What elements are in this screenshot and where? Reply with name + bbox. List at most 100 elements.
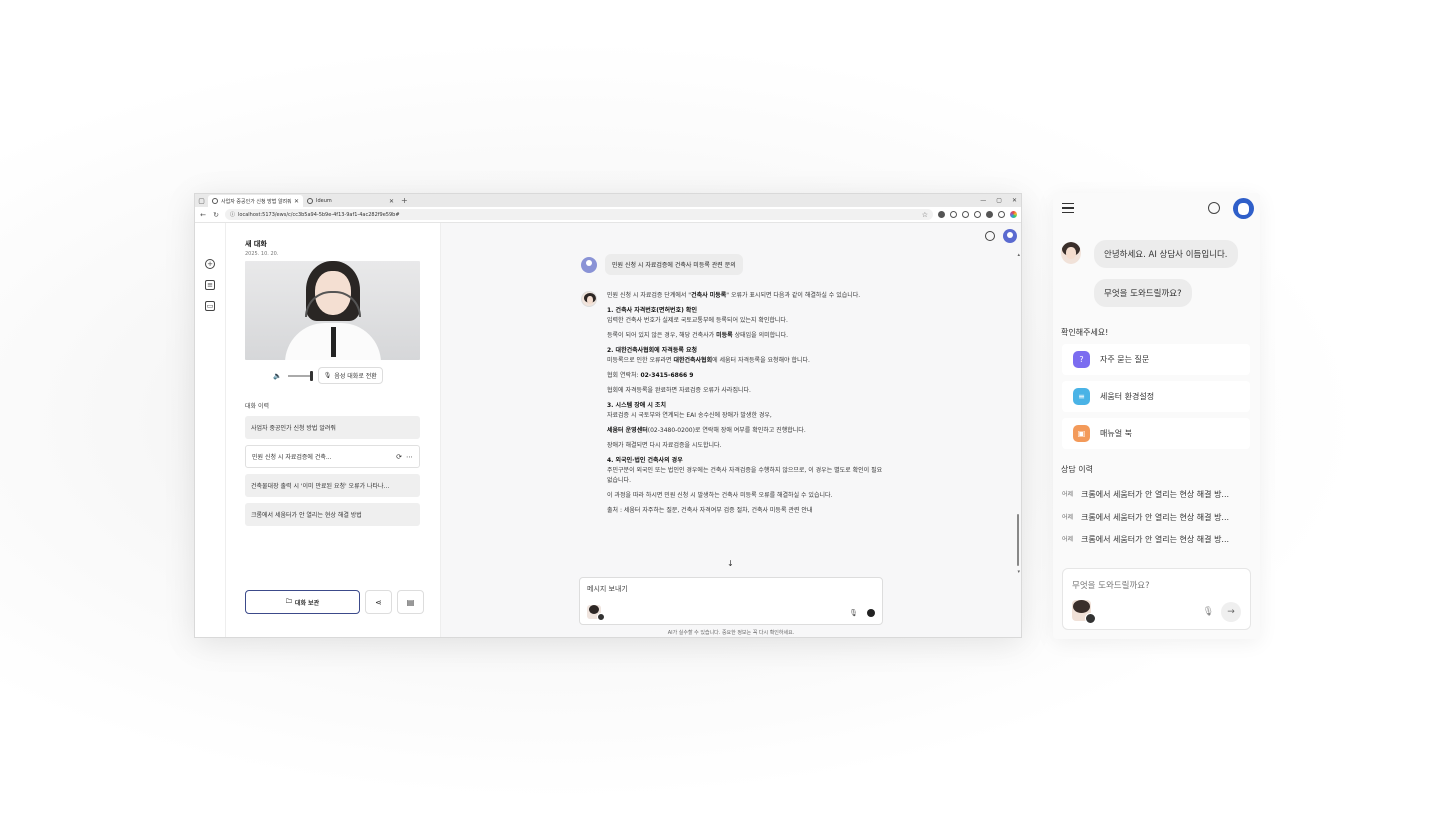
tab-bar: ▢ 사업자 중공인가 신청 방법 알려줘 ✕ Ideum ✕ + — ▢ ✕ — [195, 194, 1021, 207]
save-conversation-button[interactable]: 🗀 대화 보관 — [245, 590, 360, 614]
app-content: + ≡ ▭ 새 대화 2025. 10. 20. 🔈 🎙 음성 대화로 전환 대… — [195, 223, 1021, 637]
extension-icon[interactable] — [950, 211, 957, 218]
tab-actions-icon[interactable]: ▢ — [195, 194, 208, 207]
scroll-down-icon[interactable]: ↓ — [727, 559, 734, 568]
extensions-icon[interactable] — [962, 211, 969, 218]
history-item[interactable]: 건축물대장 출력 시 '이미 만료된 요청' 오류가 나타나... — [245, 474, 420, 497]
globe-icon[interactable] — [1208, 202, 1220, 214]
microphone-icon[interactable]: 🎙 — [849, 609, 858, 617]
widget-composer[interactable]: 무엇을 도와드릴까요? 🎙 → — [1062, 568, 1251, 630]
share-button[interactable]: ⋖ — [365, 590, 392, 614]
microphone-icon[interactable]: 🎙 — [1203, 607, 1214, 617]
scroll-down-arrow-icon[interactable]: ▾ — [1017, 569, 1020, 575]
settings-badge-icon[interactable] — [597, 613, 605, 621]
chat-header-actions — [985, 229, 1017, 243]
extension-icon[interactable] — [938, 211, 945, 218]
widget-message-input[interactable]: 무엇을 도와드릴까요? — [1072, 579, 1241, 591]
assistant-message-text: 민원 신청 시 자료검증 단계에서 "건축사 미등록" 오류가 표시되면 다음과… — [607, 291, 887, 521]
copilot-icon[interactable] — [1010, 211, 1017, 218]
side-rail: + ≡ ▭ — [195, 223, 226, 637]
globe-icon[interactable] — [985, 231, 995, 241]
back-icon[interactable]: ← — [199, 211, 207, 219]
faq-menu-item[interactable]: ? 자주 묻는 질문 — [1062, 344, 1250, 375]
chat-widget: 안녕하세요. AI 상담사 이듬입니다. 무엇을 도와드릴까요? 확인해주세요!… — [1053, 193, 1260, 639]
volume-knob[interactable] — [309, 370, 313, 381]
chat-area: 민원 신청 시 자료검증에 건축사 미등록 관련 문의 민원 신청 시 자료검증… — [441, 223, 1021, 637]
settings-menu-item[interactable]: ≡ 세움터 환경설정 — [1062, 381, 1250, 412]
favorites-icon[interactable] — [974, 211, 981, 218]
history-title: 대화 이력 — [245, 403, 269, 410]
manual-book-icon: ▣ — [1073, 425, 1090, 442]
voice-controls: 🔈 🎙 음성 대화로 전환 — [245, 367, 420, 384]
new-chat-icon[interactable]: + — [205, 259, 215, 269]
user-avatar-icon — [581, 256, 597, 273]
consult-history-item[interactable]: 어제 크롬에서 세움터가 안 열리는 현상 해결 방... — [1062, 534, 1252, 545]
site-favicon-icon — [212, 198, 218, 204]
reload-icon[interactable]: ↻ — [212, 211, 220, 219]
check-title: 확인해주세요! — [1061, 328, 1109, 337]
settings-badge-icon[interactable] — [1085, 613, 1096, 624]
document-button[interactable]: ▤ — [397, 590, 424, 614]
greeting-bubble: 안녕하세요. AI 상담사 이듬입니다. — [1094, 240, 1238, 268]
volume-slider[interactable] — [287, 370, 313, 381]
tab-active[interactable]: 사업자 중공인가 신청 방법 알려줘 ✕ — [208, 195, 303, 207]
question-bubble: 무엇을 도와드릴까요? — [1094, 279, 1192, 307]
site-favicon-icon — [307, 198, 313, 204]
archive-icon[interactable]: ▭ — [205, 301, 215, 311]
more-menu-icon[interactable] — [998, 211, 1005, 218]
window-controls: — ▢ ✕ — [980, 194, 1017, 207]
play-icon[interactable]: ⟳ — [396, 453, 402, 461]
answer-source: 출처 : 세움터 자주하는 질문, 건축사 자격여부 검증 절차, 건축사 미등… — [607, 507, 813, 514]
send-arrow-icon[interactable]: → — [1221, 602, 1241, 622]
faq-icon: ? — [1073, 351, 1090, 368]
address-bar-row: ← ↻ ⓘ localhost:5173/ews/c/cc3b5a94-5b9e… — [195, 207, 1021, 223]
url-text: localhost:5173/ews/c/cc3b5a94-5b9e-4f13-… — [238, 211, 400, 218]
more-icon[interactable]: ⋯ — [406, 453, 413, 461]
answer-summary: 이 과정을 따라 하시면 민원 신청 시 발생하는 건축사 미등록 오류를 해결… — [607, 492, 833, 499]
consult-history-item[interactable]: 어제 크롬에서 세움터가 안 열리는 현상 해결 방... — [1062, 512, 1252, 523]
history-item-selected[interactable]: 민원 신청 시 자료검증에 건축... ⟳ ⋯ — [245, 445, 420, 468]
user-avatar[interactable] — [1233, 198, 1254, 219]
scrollbar-thumb[interactable] — [1017, 514, 1019, 566]
conversation-title: 새 대화 — [245, 240, 267, 248]
answer-line: 자료검증 시 국토부와 연계되는 EAI 송수신에 장애가 발생한 경우, — [607, 412, 772, 419]
manual-book-menu-item[interactable]: ▣ 매뉴얼 북 — [1062, 418, 1250, 449]
new-tab-button[interactable]: + — [398, 195, 411, 207]
voice-mode-button[interactable]: 🎙 음성 대화로 전환 — [317, 367, 383, 384]
assistant-avatar-icon — [1061, 242, 1081, 264]
scroll-up-arrow-icon[interactable]: ▴ — [1017, 252, 1020, 258]
folder-icon: 🗀 — [285, 598, 292, 605]
answer-line: 세움터 운영센터(02-3480-0200)로 연락해 장애 여부를 확인하고 … — [607, 427, 806, 434]
history-item[interactable]: 크롬에서 세움터가 안 열리는 현상 해결 방법 — [245, 503, 420, 526]
site-info-icon[interactable]: ⓘ — [230, 211, 235, 218]
profile-icon[interactable] — [986, 211, 993, 218]
hamburger-menu-icon[interactable] — [1062, 203, 1074, 213]
user-message: 민원 신청 시 자료검증에 건축사 미등록 관련 문의 — [581, 254, 743, 275]
share-icon: ⋖ — [375, 597, 382, 607]
section-heading: 3. 시스템 장애 시 조치 — [607, 402, 666, 409]
document-icon: ▤ — [406, 597, 415, 607]
message-composer[interactable]: 메시지 보내기 🎙 — [579, 577, 883, 625]
close-tab-icon[interactable]: ✕ — [389, 198, 394, 205]
message-input[interactable]: 메시지 보내기 — [587, 584, 875, 594]
tab-title: Ideum — [316, 198, 332, 204]
section-heading: 4. 외국인·법인 건축사의 경우 — [607, 457, 683, 464]
ai-avatar-video — [245, 261, 420, 360]
tab-ideum[interactable]: Ideum ✕ — [303, 195, 398, 207]
conversation-panel: 새 대화 2025. 10. 20. 🔈 🎙 음성 대화로 전환 대화 이력 사… — [226, 223, 441, 637]
notes-icon[interactable]: ≡ — [205, 280, 215, 290]
bookmark-star-icon[interactable]: ☆ — [922, 211, 928, 219]
url-field[interactable]: ⓘ localhost:5173/ews/c/cc3b5a94-5b9e-4f1… — [225, 209, 933, 220]
close-tab-icon[interactable]: ✕ — [294, 198, 299, 205]
answer-line: 협회에 자격등록을 완료하면 자료검증 오류가 사라집니다. — [607, 387, 751, 394]
user-avatar[interactable] — [1003, 229, 1017, 243]
history-item[interactable]: 사업자 중공인가 신청 방법 알려줘 — [245, 416, 420, 439]
close-window-icon[interactable]: ✕ — [1012, 197, 1017, 204]
consult-history-item[interactable]: 어제 크롬에서 세움터가 안 열리는 현상 해결 방... — [1062, 489, 1252, 500]
speaker-icon[interactable]: 🔈 — [273, 372, 282, 380]
send-icon[interactable] — [867, 609, 875, 617]
consult-history-title: 상담 이력 — [1061, 465, 1093, 474]
maximize-icon[interactable]: ▢ — [996, 197, 1002, 204]
panel-actions: 🗀 대화 보관 ⋖ ▤ — [245, 590, 424, 614]
minimize-icon[interactable]: — — [980, 197, 986, 204]
